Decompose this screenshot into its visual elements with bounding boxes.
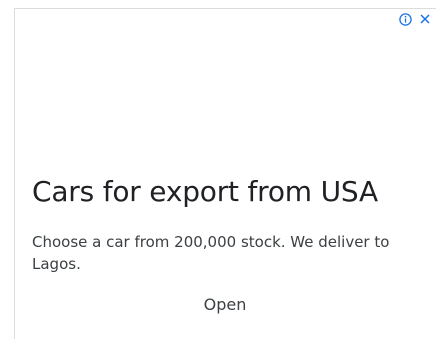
ad-choices-badge[interactable] [398, 11, 432, 27]
ad-container[interactable]: Cars for export from USA Choose a car fr… [14, 8, 436, 339]
info-icon[interactable] [398, 12, 413, 27]
close-icon[interactable] [417, 12, 432, 27]
open-button[interactable]: Open [15, 295, 435, 314]
ad-headline[interactable]: Cars for export from USA [32, 175, 378, 208]
ad-description: Choose a car from 200,000 stock. We deli… [32, 233, 390, 273]
